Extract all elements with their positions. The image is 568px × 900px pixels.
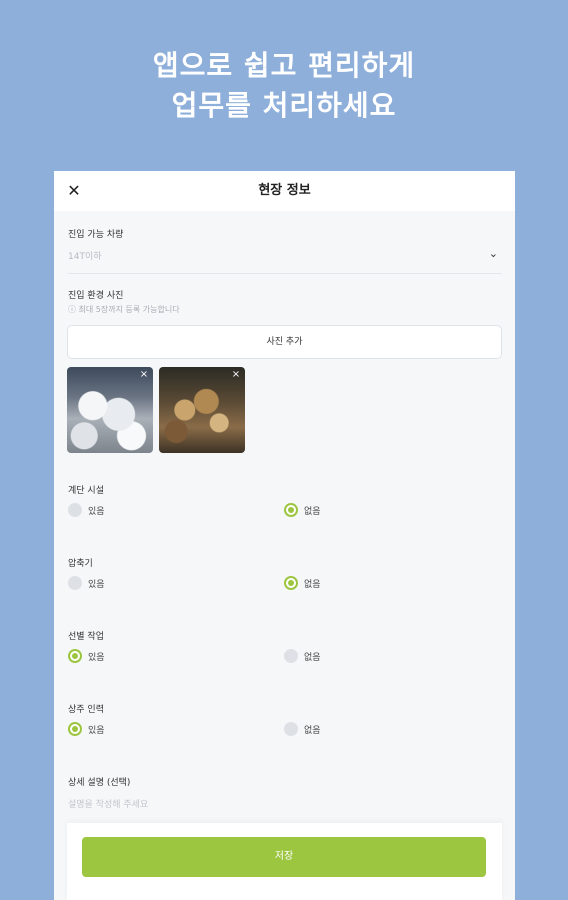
radio-label: 없음 [304, 580, 321, 590]
radio-circle [284, 649, 298, 663]
promo-headline: 앱으로 쉽고 편리하게 업무를 처리하세요 [0, 46, 568, 126]
radio-circle [284, 722, 298, 736]
description-input[interactable]: 설명을 작성해 주세요 [68, 797, 148, 810]
radio-label: 있음 [88, 653, 105, 663]
photo-thumbnail[interactable]: × [67, 367, 153, 453]
top-bar: ✕ 현장 정보 [54, 171, 515, 211]
vehicle-select[interactable]: 14T이하 ⌄ [68, 245, 502, 274]
add-photo-button[interactable]: 사진 추가 [67, 325, 502, 359]
headline-line-1: 앱으로 쉽고 편리하게 [152, 49, 416, 82]
radio-circle-selected [284, 576, 298, 590]
radio-circle [68, 503, 82, 517]
photo-thumbnail[interactable]: × [159, 367, 245, 453]
remove-photo-icon[interactable]: × [138, 369, 150, 381]
sorting-label: 선별 작업 [68, 632, 104, 642]
vehicle-select-value: 14T이하 [68, 252, 102, 262]
app-screen: ✕ 현장 정보 진입 가능 차량 14T이하 ⌄ 진입 환경 사진 ⓘ 최대 5… [54, 171, 515, 900]
radio-circle-selected [284, 503, 298, 517]
radio-label: 있음 [88, 580, 105, 590]
radio-circle-selected [68, 722, 82, 736]
remove-photo-icon[interactable]: × [230, 369, 242, 381]
radio-label: 있음 [88, 726, 105, 736]
photos-label: 진입 환경 사진 [68, 291, 124, 301]
radio-label: 없음 [304, 653, 321, 663]
compressor-label: 압축기 [68, 559, 93, 569]
description-label: 상세 설명 (선택) [68, 778, 131, 788]
stairs-label: 계단 시설 [68, 486, 104, 496]
radio-circle [68, 576, 82, 590]
vehicle-label: 진입 가능 차량 [68, 230, 124, 240]
headline-line-2: 업무를 처리하세요 [171, 89, 397, 122]
radio-label: 없음 [304, 507, 321, 517]
staff-label: 상주 인력 [68, 705, 104, 715]
photos-hint: ⓘ 최대 5장까지 등록 가능합니다 [68, 305, 180, 314]
radio-label: 없음 [304, 726, 321, 736]
page-title: 현장 정보 [258, 183, 311, 198]
radio-label: 있음 [88, 507, 105, 517]
save-button[interactable]: 저장 [82, 837, 486, 877]
bottom-action-bar: 저장 [67, 823, 502, 900]
radio-circle-selected [68, 649, 82, 663]
chevron-down-icon: ⌄ [488, 247, 498, 260]
